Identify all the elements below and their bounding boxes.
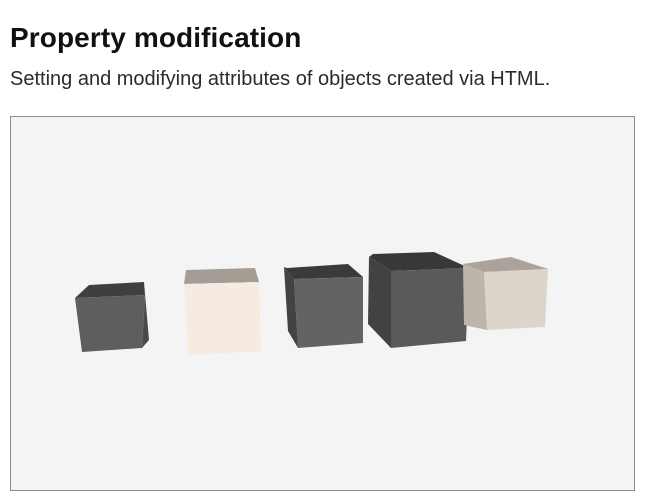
box-4-front bbox=[391, 268, 469, 348]
page-subtitle: Setting and modifying attributes of obje… bbox=[10, 68, 551, 90]
page-title: Property modification bbox=[10, 22, 302, 53]
box-2 bbox=[184, 268, 261, 355]
box-2-front bbox=[184, 282, 261, 355]
box-5-side bbox=[463, 264, 487, 330]
scene-svg bbox=[75, 252, 548, 355]
box-2-top bbox=[184, 268, 259, 284]
box-4 bbox=[368, 252, 469, 348]
box-3-front bbox=[294, 277, 363, 348]
box-4-side bbox=[368, 257, 391, 348]
3d-scene-canvas[interactable] bbox=[10, 116, 635, 491]
box-5-front bbox=[484, 269, 548, 330]
box-1-front bbox=[75, 295, 145, 352]
box-3-top bbox=[284, 264, 363, 279]
box-1 bbox=[75, 282, 149, 352]
box-5 bbox=[463, 257, 548, 330]
box-3 bbox=[284, 264, 363, 348]
